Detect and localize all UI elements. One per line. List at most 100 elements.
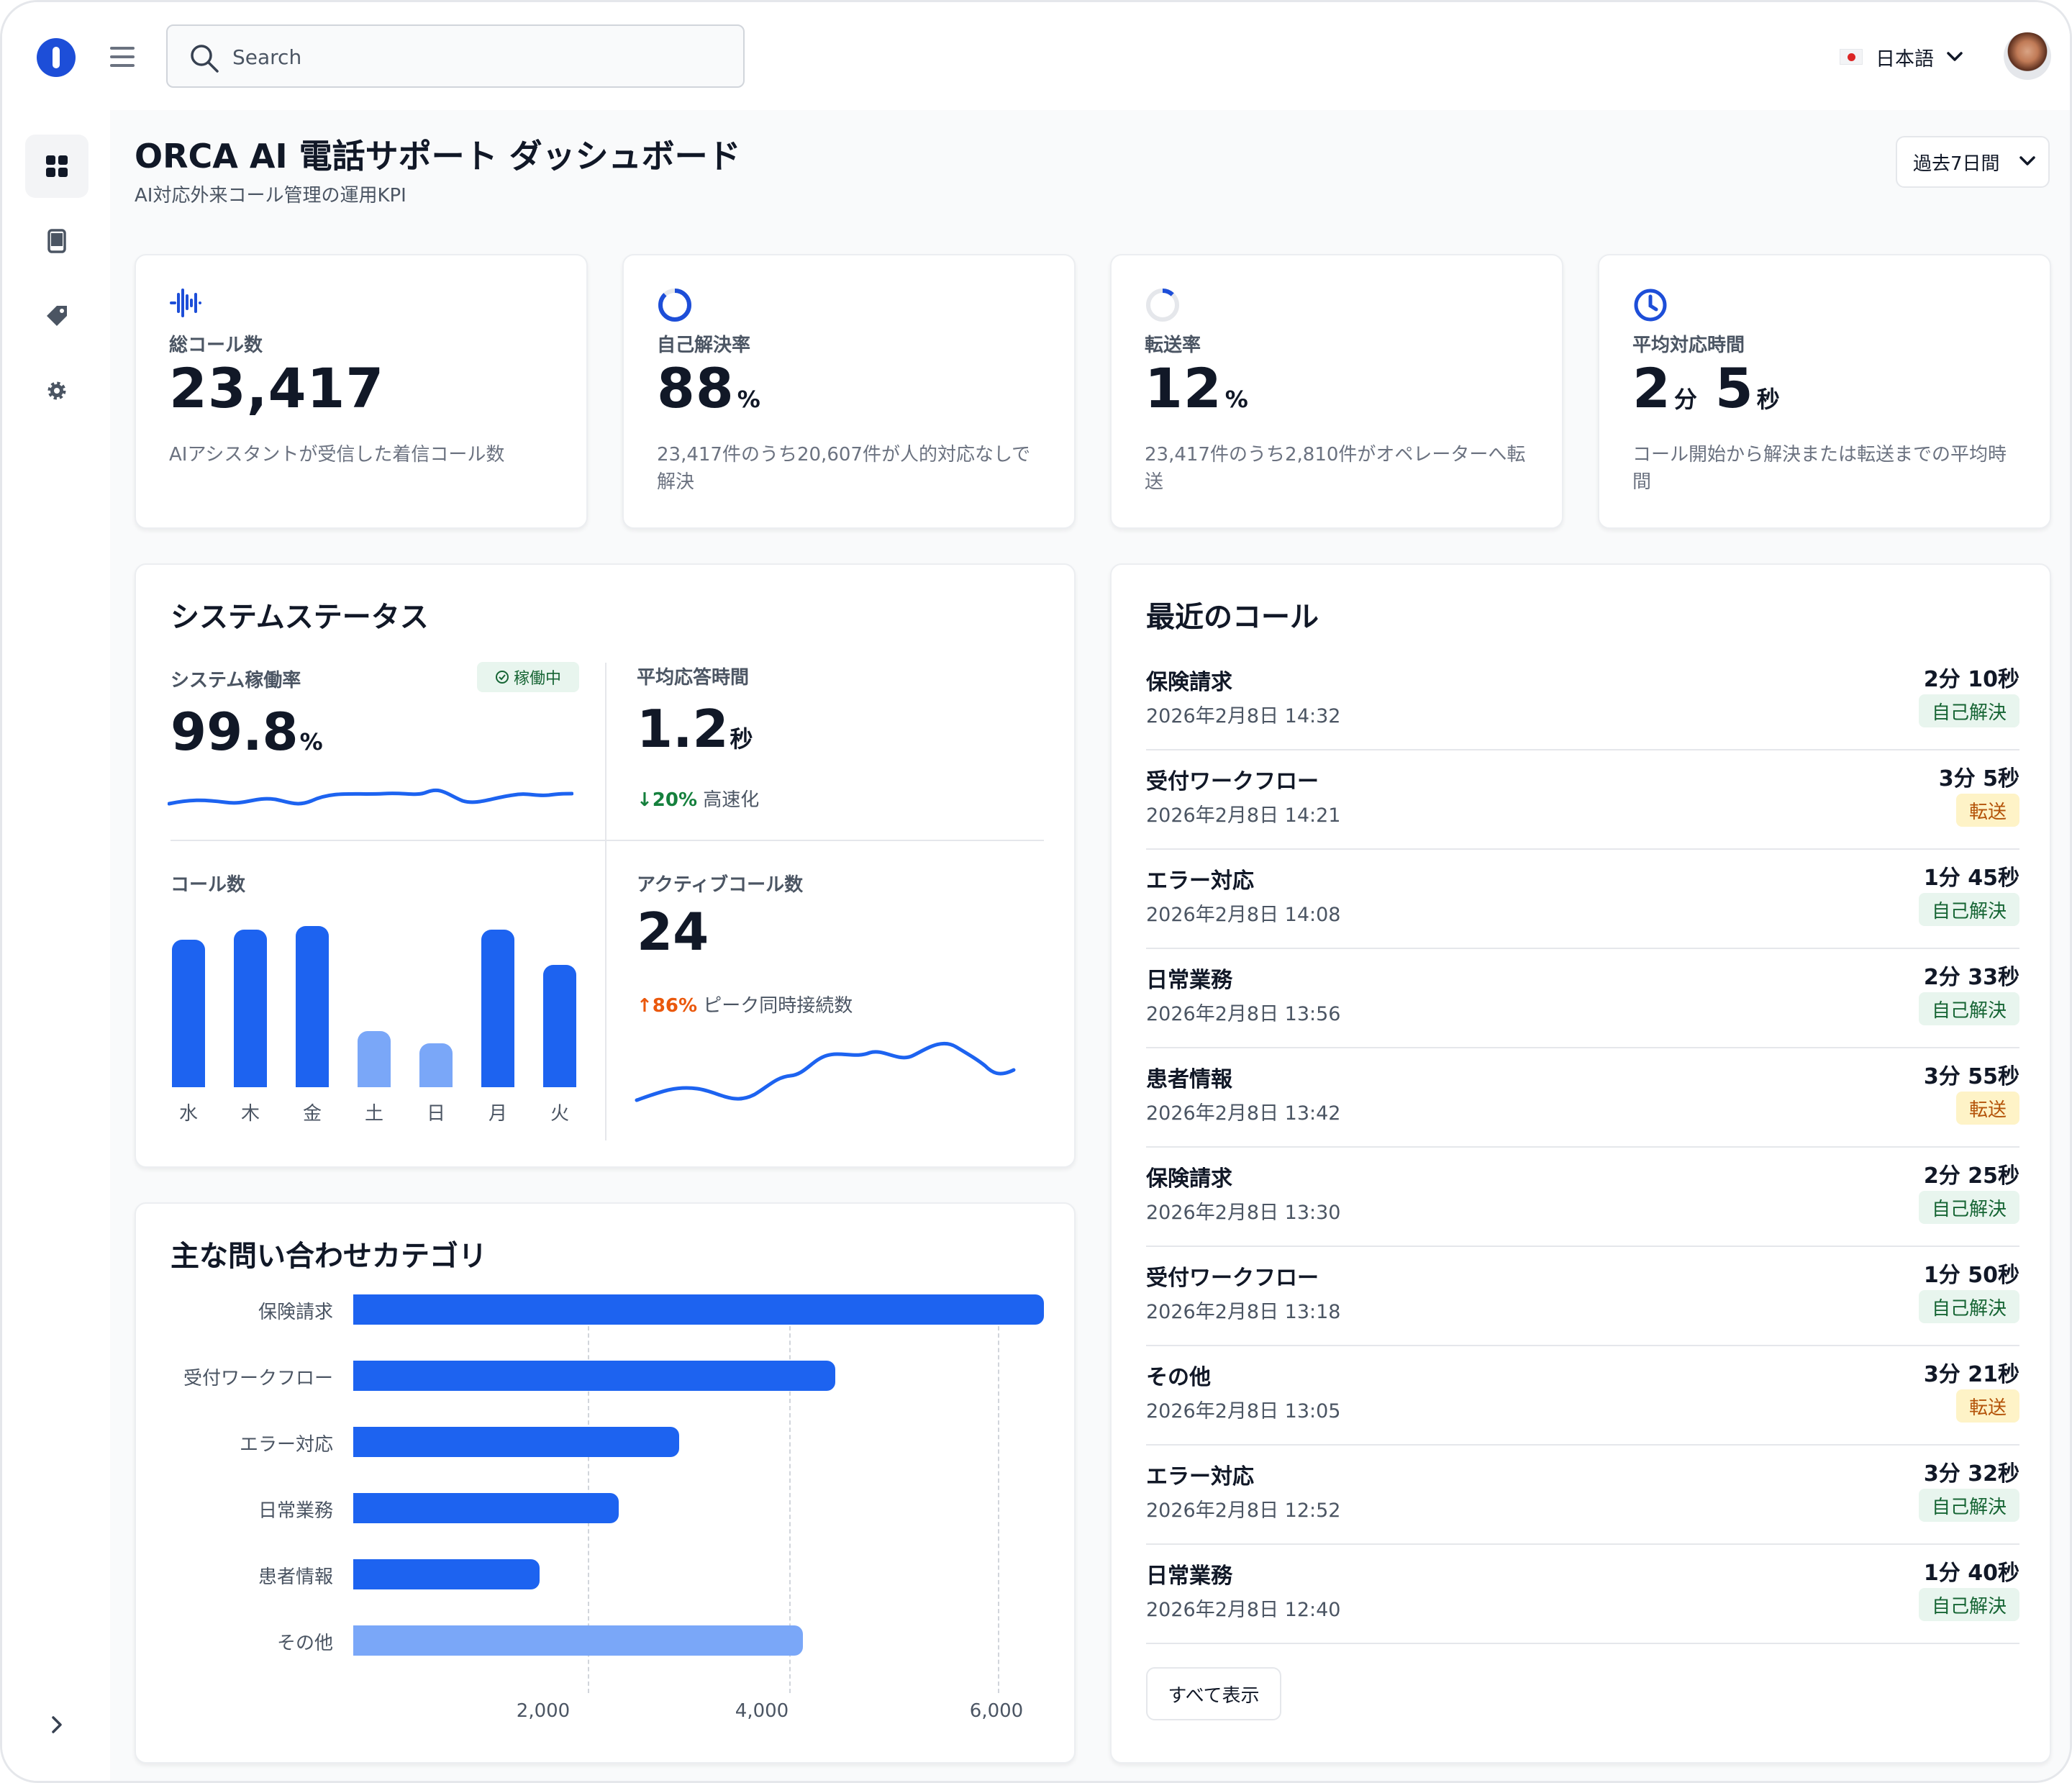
waveform-icon [170, 289, 201, 317]
calls-bar[interactable] [481, 930, 514, 1087]
page-subtitle: AI対応外来コール管理の運用KPI [135, 185, 406, 207]
kpi-desc: コール開始から解決または転送までの平均時間 [1632, 444, 2007, 493]
call-category: エラー対応 [1146, 1464, 1254, 1489]
app-logo-icon[interactable] [37, 38, 76, 77]
call-status-badge: 転送 [1955, 1092, 2019, 1125]
kpi-total-calls: 総コール数 23,417 AIアシスタントが受信した着信コール数 [135, 254, 588, 529]
calls-label: コール数 [171, 874, 246, 896]
calls-bar[interactable] [358, 1031, 391, 1087]
kpi-desc: AIアシスタントが受信した着信コール数 [169, 444, 505, 466]
tablet-icon [47, 229, 66, 253]
category-bar[interactable] [353, 1559, 540, 1589]
call-row[interactable]: 保険請求 2026年2月8日 14:32 2分 10秒 自己解決 [1146, 651, 2019, 750]
category-bar[interactable] [353, 1625, 803, 1656]
section-title: 主な問い合わせカテゴリ [171, 1240, 487, 1273]
category-bar[interactable] [353, 1493, 619, 1523]
kpi-value: 88% [657, 356, 761, 420]
call-time: 2026年2月8日 13:42 [1146, 1102, 1341, 1125]
call-duration: 3分 32秒 [1923, 1461, 2019, 1487]
divider [605, 663, 606, 1140]
call-time: 2026年2月8日 14:08 [1146, 904, 1341, 926]
calls-bar[interactable] [234, 930, 267, 1087]
sidebar-expand[interactable] [25, 1693, 88, 1756]
call-row[interactable]: 受付ワークフロー 2026年2月8日 14:21 3分 5秒 転送 [1146, 750, 2019, 850]
call-row[interactable]: 保険請求 2026年2月8日 13:30 2分 25秒 自己解決 [1146, 1148, 2019, 1247]
nav-devices[interactable] [25, 209, 88, 273]
day-label: 金 [302, 1103, 322, 1125]
response-time-label: 平均応答時間 [637, 667, 750, 689]
search-input[interactable]: Search [166, 24, 745, 88]
kpi-avg-handle-time: 平均対応時間 2分5秒 コール開始から解決または転送までの平均時間 [1598, 254, 2051, 529]
call-status-badge: 自己解決 [1918, 1489, 2019, 1522]
top-bar: Search 日本語 [2, 2, 2070, 110]
call-row[interactable]: 日常業務 2026年2月8日 13:56 2分 33秒 自己解決 [1146, 949, 2019, 1048]
category-label: 受付ワークフロー [183, 1368, 333, 1389]
call-row[interactable]: エラー対応 2026年2月8日 12:52 3分 32秒 自己解決 [1146, 1446, 2019, 1545]
day-label: 火 [550, 1103, 569, 1125]
page-title: ORCA AI 電話サポート ダッシュボード [135, 137, 741, 176]
clock-icon [1634, 289, 1667, 322]
call-time: 2026年2月8日 12:40 [1146, 1599, 1341, 1621]
progress-ring-icon [658, 289, 691, 322]
call-category: エラー対応 [1146, 868, 1254, 894]
kpi-number: 88 [657, 356, 735, 420]
category-label: 患者情報 [258, 1566, 333, 1588]
search-placeholder: Search [232, 45, 302, 69]
category-label: その他 [276, 1633, 333, 1654]
nav-settings[interactable] [25, 359, 88, 422]
call-category: 日常業務 [1146, 1564, 1232, 1589]
day-label: 土 [364, 1103, 383, 1125]
status-badge-label: 稼働中 [513, 670, 561, 688]
calls-bar[interactable] [419, 1043, 453, 1087]
call-status-badge: 転送 [1955, 1389, 2019, 1423]
sidebar [2, 110, 110, 1781]
kpi-desc: 23,417件のうち2,810件がオペレーターへ転送 [1145, 444, 1526, 493]
nav-dashboard[interactable] [25, 135, 88, 198]
call-time: 2026年2月8日 14:32 [1146, 705, 1341, 727]
category-bar[interactable] [353, 1294, 1044, 1325]
call-category: 受付ワークフロー [1146, 1266, 1319, 1291]
kpi-value: 2分5秒 [1632, 356, 1781, 420]
category-bar[interactable] [353, 1427, 679, 1457]
day-label: 日 [426, 1103, 445, 1125]
show-all-button[interactable]: すべて表示 [1146, 1667, 1281, 1720]
response-time-value: 1.2秒 [637, 699, 753, 759]
progress-ring-icon [1146, 289, 1179, 322]
x-tick-label: 4,000 [735, 1700, 789, 1722]
call-category: その他 [1146, 1365, 1211, 1390]
call-row[interactable]: 日常業務 2026年2月8日 12:40 1分 40秒 自己解決 [1146, 1545, 2019, 1644]
user-avatar[interactable] [2004, 32, 2051, 80]
call-category: 保険請求 [1146, 1166, 1232, 1192]
call-time: 2026年2月8日 13:30 [1146, 1202, 1341, 1224]
kpi-value: 23,417 [169, 356, 384, 420]
active-calls-sparkline [635, 1042, 1016, 1102]
call-row[interactable]: エラー対応 2026年2月8日 14:08 1分 45秒 自己解決 [1146, 850, 2019, 949]
date-range-select[interactable]: 過去7日間 [1896, 136, 2050, 188]
call-duration: 1分 40秒 [1923, 1561, 2019, 1586]
grid-icon [46, 155, 68, 177]
call-time: 2026年2月8日 12:52 [1146, 1500, 1341, 1522]
calls-bar[interactable] [296, 926, 329, 1087]
call-row[interactable]: 患者情報 2026年2月8日 13:42 3分 55秒 転送 [1146, 1048, 2019, 1148]
menu-icon[interactable] [110, 47, 135, 67]
kpi-label: 自己解決率 [657, 335, 751, 356]
kpi-seconds: 5 [1714, 356, 1754, 420]
call-row[interactable]: 受付ワークフロー 2026年2月8日 13:18 1分 50秒 自己解決 [1146, 1247, 2019, 1346]
nav-tags[interactable] [25, 284, 88, 348]
kpi-value: 12% [1145, 356, 1249, 420]
uptime-sparkline [168, 788, 573, 806]
call-row[interactable]: その他 2026年2月8日 13:05 3分 21秒 転送 [1146, 1346, 2019, 1446]
calls-bar[interactable] [543, 965, 576, 1087]
calls-bar[interactable] [172, 940, 205, 1087]
delta-text: ピーク同時接続数 [703, 995, 853, 1017]
system-status-card: システムステータス システム稼働率 稼働中 99.8% 平均応答時間 1.2秒 … [135, 563, 1076, 1168]
category-label: 日常業務 [258, 1500, 333, 1522]
call-status-badge: 自己解決 [1918, 1191, 2019, 1224]
grid-line [998, 1319, 999, 1693]
date-range-label: 過去7日間 [1913, 153, 2000, 175]
language-selector[interactable]: 日本語 [1840, 40, 1963, 74]
call-duration: 2分 33秒 [1923, 965, 2019, 990]
call-status-badge: 自己解決 [1918, 992, 2019, 1025]
kpi-label: 総コール数 [169, 335, 263, 356]
category-bar[interactable] [353, 1361, 835, 1391]
